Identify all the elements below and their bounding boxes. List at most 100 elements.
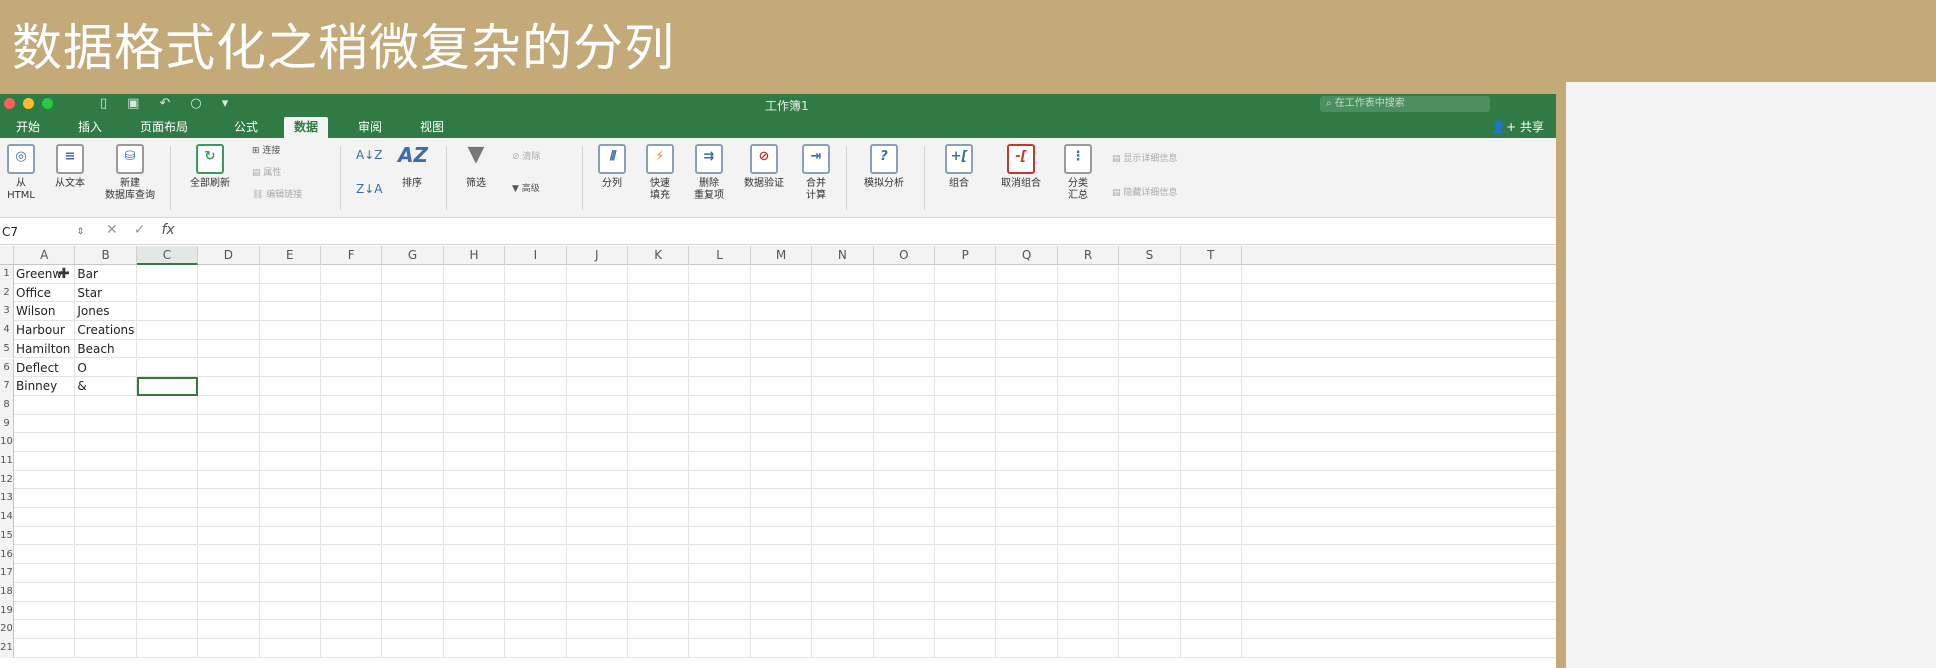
undo-icon[interactable]: ↶ (159, 96, 170, 111)
cell[interactable] (505, 489, 567, 509)
cell[interactable] (443, 302, 506, 322)
cell[interactable] (75, 508, 137, 527)
cell[interactable] (1180, 358, 1242, 378)
cell[interactable] (136, 508, 199, 527)
cell[interactable] (1057, 564, 1120, 583)
cell[interactable] (75, 414, 137, 434)
cell[interactable] (14, 489, 76, 509)
row-header[interactable]: 13 (0, 489, 14, 509)
cell[interactable] (198, 283, 260, 303)
cell[interactable] (566, 470, 628, 490)
cell[interactable] (750, 433, 813, 452)
cell[interactable] (812, 470, 874, 490)
cell[interactable] (259, 526, 321, 546)
new-db-query-button[interactable]: ⛁ 新建 数据库查询 (98, 144, 162, 202)
cell[interactable] (443, 452, 506, 471)
cell[interactable] (382, 601, 444, 621)
cell[interactable] (1057, 321, 1120, 340)
cell[interactable] (750, 601, 813, 621)
cell[interactable] (750, 339, 813, 359)
cell[interactable] (1242, 321, 1556, 340)
cell[interactable] (14, 433, 76, 452)
cell[interactable] (14, 620, 76, 639)
column-header-m[interactable]: M (750, 246, 813, 265)
cell[interactable] (935, 601, 997, 621)
cell[interactable] (198, 526, 260, 546)
cell[interactable] (198, 582, 260, 602)
cell[interactable] (136, 564, 199, 583)
cell[interactable] (259, 452, 321, 471)
cell[interactable] (505, 321, 567, 340)
cell[interactable] (321, 265, 383, 284)
cell[interactable] (136, 433, 199, 452)
cell[interactable] (443, 339, 506, 359)
cell[interactable] (689, 283, 751, 303)
column-header-l[interactable]: L (689, 246, 751, 265)
cell[interactable] (812, 489, 874, 509)
cell[interactable] (75, 601, 137, 621)
zoom-button[interactable] (42, 98, 53, 109)
clear-filter-button[interactable]: ⊘ 清除 (512, 152, 540, 163)
cell[interactable] (873, 601, 935, 621)
row-header[interactable]: 7 (0, 377, 14, 396)
cell[interactable] (1242, 377, 1556, 396)
cell[interactable] (321, 564, 383, 583)
cell[interactable] (136, 526, 199, 546)
cell[interactable] (812, 358, 874, 378)
cell[interactable]: & (75, 377, 137, 396)
cell[interactable] (14, 452, 76, 471)
cell[interactable] (1119, 564, 1181, 583)
cell[interactable] (750, 302, 813, 322)
cell[interactable] (812, 302, 874, 322)
cell[interactable] (136, 545, 199, 565)
cell[interactable] (1057, 545, 1120, 565)
sheet-search-input[interactable]: ⌕ 在工作表中搜索 (1320, 96, 1490, 112)
column-header-s[interactable]: S (1119, 246, 1181, 265)
cell[interactable] (689, 620, 751, 639)
cell[interactable] (443, 414, 506, 434)
cell[interactable] (812, 601, 874, 621)
cell[interactable] (259, 489, 321, 509)
name-box-stepper-icon[interactable]: ⇕ (76, 224, 84, 240)
row-header[interactable]: 10 (0, 433, 14, 452)
column-header-o[interactable]: O (873, 246, 935, 265)
cell[interactable] (75, 526, 137, 546)
cell[interactable] (259, 470, 321, 490)
cell[interactable] (996, 545, 1058, 565)
cell[interactable] (443, 582, 506, 602)
cell[interactable] (1242, 489, 1556, 509)
cell[interactable] (750, 358, 813, 378)
cell[interactable] (259, 545, 321, 565)
cell[interactable] (321, 489, 383, 509)
cell[interactable] (198, 265, 260, 284)
group-button[interactable]: +[组合 (934, 144, 984, 190)
cell[interactable]: Binney (14, 377, 76, 396)
cell[interactable] (259, 283, 321, 303)
cell[interactable] (259, 414, 321, 434)
ungroup-button[interactable]: -[取消组合 (992, 144, 1050, 190)
cell[interactable] (1119, 545, 1181, 565)
cell[interactable] (1057, 283, 1120, 303)
cell[interactable] (198, 508, 260, 527)
cell[interactable]: Creations (75, 321, 137, 340)
cell[interactable] (689, 639, 751, 658)
cell[interactable] (382, 489, 444, 509)
cell[interactable] (750, 508, 813, 527)
cell[interactable] (812, 433, 874, 452)
cell[interactable] (75, 395, 137, 415)
cell[interactable] (935, 265, 997, 284)
cell[interactable] (996, 601, 1058, 621)
close-button[interactable] (4, 98, 15, 109)
cell[interactable] (321, 470, 383, 490)
row-header[interactable]: 1 (0, 265, 14, 284)
cell[interactable] (14, 414, 76, 434)
cell[interactable] (628, 582, 690, 602)
cell[interactable] (628, 601, 690, 621)
cell[interactable] (75, 470, 137, 490)
cell[interactable] (996, 489, 1058, 509)
cell[interactable] (136, 302, 199, 322)
edit-links-button[interactable]: ⛓ 编辑链接 (252, 190, 302, 201)
cell[interactable] (1119, 283, 1181, 303)
column-header-h[interactable]: H (443, 246, 506, 265)
cell[interactable] (14, 508, 76, 527)
